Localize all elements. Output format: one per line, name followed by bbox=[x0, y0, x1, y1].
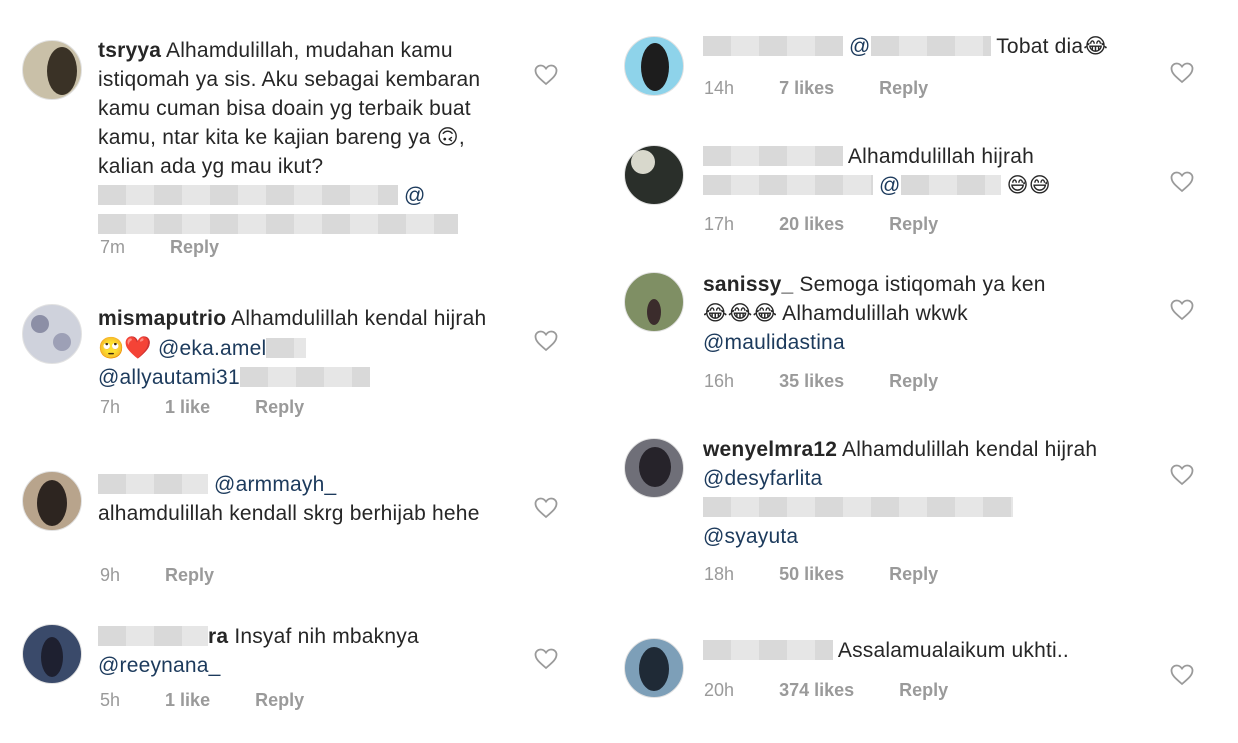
comment-username[interactable]: tsryya bbox=[98, 39, 161, 62]
likes-count[interactable]: 7 likes bbox=[779, 78, 834, 98]
timestamp: 14h bbox=[704, 78, 735, 98]
likes-count[interactable]: 20 likes bbox=[779, 214, 844, 234]
blurred-mention bbox=[870, 36, 991, 56]
reply-button[interactable]: Reply bbox=[165, 565, 214, 585]
mention-link[interactable]: @syayuta bbox=[703, 525, 798, 548]
mention-link[interactable]: @reeynana_ bbox=[98, 654, 221, 677]
blurred-mention bbox=[266, 338, 307, 358]
comment-text: mismaputrio Alhamdulillah kendal hijrah … bbox=[98, 307, 487, 389]
reply-button[interactable]: Reply bbox=[255, 397, 304, 417]
heart-outline-icon[interactable] bbox=[534, 64, 558, 86]
comment-meta: 7h 1 like Reply bbox=[100, 397, 344, 418]
comment-meta: 9h Reply bbox=[100, 565, 254, 586]
blurred-text bbox=[703, 175, 873, 195]
laughing-tears-icon: 😂 bbox=[727, 302, 753, 325]
likes-count[interactable]: 1 like bbox=[165, 690, 210, 710]
blurred-mention bbox=[703, 497, 1013, 517]
avatar[interactable] bbox=[22, 304, 82, 364]
timestamp: 5h bbox=[100, 690, 121, 710]
comment-meta: 17h 20 likes Reply bbox=[704, 214, 978, 235]
comment-username[interactable]: wenyelmra12 bbox=[703, 438, 837, 461]
mention-link[interactable]: @ bbox=[849, 35, 871, 58]
comment-text: @ Tobat dia😂 bbox=[703, 32, 1163, 61]
reply-button[interactable]: Reply bbox=[889, 214, 938, 234]
comment-text: @armmayh_ alhamdulillah kendall skrg ber… bbox=[98, 473, 480, 525]
heart-outline-icon[interactable] bbox=[1170, 464, 1194, 486]
comment-meta: 14h 7 likes Reply bbox=[704, 78, 968, 99]
avatar[interactable] bbox=[624, 438, 684, 498]
comment-username[interactable]: mismaputrio bbox=[98, 307, 226, 330]
avatar[interactable] bbox=[22, 471, 82, 531]
reply-button[interactable]: Reply bbox=[879, 78, 928, 98]
mention-link[interactable]: @desyfarlita bbox=[703, 467, 822, 490]
comment-meta: 20h 374 likes Reply bbox=[704, 680, 988, 701]
avatar[interactable] bbox=[624, 638, 684, 698]
avatar[interactable] bbox=[624, 145, 684, 205]
heart-outline-icon[interactable] bbox=[534, 497, 558, 519]
blurred-username bbox=[98, 626, 208, 646]
timestamp: 20h bbox=[704, 680, 735, 700]
comment-text: Alhamdulillah hijrah @ 😅😅 bbox=[703, 142, 1163, 200]
grinning-sweat-icon: 😅 bbox=[1006, 174, 1029, 197]
avatar[interactable] bbox=[22, 624, 82, 684]
comment-text: sanissy_ Semoga istiqomah ya ken 😂😂😂 Alh… bbox=[703, 273, 1046, 354]
timestamp: 7m bbox=[100, 237, 126, 257]
comment-meta: 16h 35 likes Reply bbox=[704, 371, 978, 392]
mention-link[interactable]: @allyautami31 bbox=[98, 366, 240, 389]
blurred-username bbox=[98, 474, 208, 494]
blurred-mention bbox=[900, 175, 1001, 195]
heart-outline-icon[interactable] bbox=[1170, 62, 1194, 84]
red-heart-icon: ❤️ bbox=[124, 335, 152, 360]
mention-link[interactable]: @ bbox=[879, 174, 901, 197]
comment-meta: 5h 1 like Reply bbox=[100, 690, 344, 711]
blurred-username bbox=[703, 146, 843, 166]
avatar[interactable] bbox=[22, 40, 82, 100]
heart-outline-icon[interactable] bbox=[1170, 664, 1194, 686]
timestamp: 7h bbox=[100, 397, 121, 417]
mention-link[interactable]: @armmayh_ bbox=[214, 473, 336, 496]
likes-count[interactable]: 374 likes bbox=[779, 680, 854, 700]
comment-meta: 7m Reply bbox=[100, 237, 259, 258]
timestamp: 9h bbox=[100, 565, 121, 585]
timestamp: 18h bbox=[704, 564, 735, 584]
blurred-mention bbox=[98, 214, 458, 234]
timestamp: 16h bbox=[704, 371, 735, 391]
reply-button[interactable]: Reply bbox=[170, 237, 219, 257]
heart-outline-icon[interactable] bbox=[534, 330, 558, 352]
reply-button[interactable]: Reply bbox=[255, 690, 304, 710]
comment-username[interactable]: sanissy_ bbox=[703, 273, 793, 296]
blurred-username bbox=[703, 36, 843, 56]
comment-text: ra Insyaf nih mbaknya @reeynana_ bbox=[98, 625, 419, 677]
mention-link[interactable]: @eka.amel bbox=[158, 337, 266, 360]
rolling-eyes-icon: 🙄 bbox=[98, 337, 125, 360]
grinning-sweat-icon: 😅 bbox=[1028, 174, 1051, 197]
timestamp: 17h bbox=[704, 214, 735, 234]
heart-outline-icon[interactable] bbox=[1170, 171, 1194, 193]
comment-text: Assalamualaikum ukhti.. bbox=[703, 636, 1163, 665]
comment-username[interactable]: ra bbox=[208, 625, 228, 648]
laughing-tears-icon: 😂 bbox=[703, 302, 728, 325]
mention-link[interactable]: @maulidastina bbox=[703, 331, 845, 354]
laughing-tears-icon: 😂 bbox=[1083, 35, 1109, 58]
reply-button[interactable]: Reply bbox=[889, 371, 938, 391]
comment-text: wenyelmra12 Alhamdulillah kendal hijrah … bbox=[703, 438, 1098, 548]
heart-outline-icon[interactable] bbox=[1170, 299, 1194, 321]
likes-count[interactable]: 1 like bbox=[165, 397, 210, 417]
laughing-tears-icon: 😂 bbox=[752, 302, 778, 325]
reply-button[interactable]: Reply bbox=[889, 564, 938, 584]
upside-down-face-icon: 🙃 bbox=[436, 126, 459, 149]
comment-meta: 18h 50 likes Reply bbox=[704, 564, 978, 585]
avatar[interactable] bbox=[624, 36, 684, 96]
blurred-mention bbox=[239, 367, 370, 387]
heart-outline-icon[interactable] bbox=[534, 648, 558, 670]
likes-count[interactable]: 50 likes bbox=[779, 564, 844, 584]
comment-text: tsryya Alhamdulillah, mudahan kamu istiq… bbox=[98, 36, 518, 239]
mention-link[interactable]: @ bbox=[404, 184, 426, 207]
avatar[interactable] bbox=[624, 272, 684, 332]
likes-count[interactable]: 35 likes bbox=[779, 371, 844, 391]
reply-button[interactable]: Reply bbox=[899, 680, 948, 700]
blurred-mention bbox=[98, 185, 398, 205]
blurred-username bbox=[703, 640, 833, 660]
